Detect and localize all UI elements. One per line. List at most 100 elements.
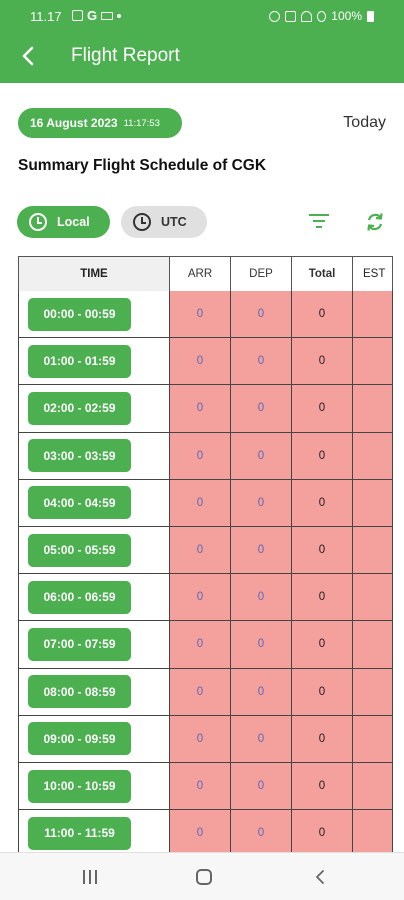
- arr-cell[interactable]: 0: [170, 432, 231, 480]
- dep-cell[interactable]: 0: [231, 385, 292, 433]
- time-slot-button[interactable]: 08:00 - 08:59: [28, 675, 131, 709]
- table-row: 07:00 - 07:59 0 0 0: [18, 621, 404, 669]
- dep-cell[interactable]: 0: [231, 574, 292, 622]
- time-cell: 07:00 - 07:59: [18, 621, 170, 669]
- est-cell: [353, 527, 393, 575]
- time-cell: 09:00 - 09:59: [18, 715, 170, 763]
- time-cell: 03:00 - 03:59: [18, 432, 170, 480]
- dep-cell[interactable]: 0: [231, 338, 292, 386]
- app-bar: Flight Report: [0, 30, 404, 83]
- est-cell: [353, 574, 393, 622]
- time-slot-button[interactable]: 01:00 - 01:59: [28, 344, 131, 378]
- est-cell: [353, 621, 393, 669]
- local-time-toggle[interactable]: Local: [17, 206, 110, 238]
- home-icon[interactable]: [196, 869, 212, 885]
- time-slot-button[interactable]: 05:00 - 05:59: [28, 533, 131, 567]
- time-slot-button[interactable]: 06:00 - 06:59: [28, 580, 131, 614]
- est-cell: [353, 385, 393, 433]
- page-title: Flight Report: [71, 45, 180, 66]
- table-row: 05:00 - 05:59 0 0 0: [18, 527, 404, 575]
- arr-cell[interactable]: 0: [170, 338, 231, 386]
- total-cell: 0: [292, 668, 353, 716]
- arr-cell[interactable]: 0: [170, 668, 231, 716]
- header-est: EST: [353, 256, 393, 292]
- dep-cell[interactable]: 0: [231, 810, 292, 852]
- time-cell: 08:00 - 08:59: [18, 668, 170, 716]
- est-cell: [353, 291, 393, 339]
- time-slot-button[interactable]: 02:00 - 02:59: [28, 391, 131, 425]
- alarm-icon: [269, 10, 281, 22]
- arr-cell[interactable]: 0: [170, 479, 231, 527]
- time-slot-button[interactable]: 07:00 - 07:59: [28, 627, 131, 661]
- arr-cell[interactable]: 0: [170, 291, 231, 339]
- arr-cell[interactable]: 0: [170, 621, 231, 669]
- time-cell: 06:00 - 06:59: [18, 574, 170, 622]
- est-cell: [353, 338, 393, 386]
- summary-title: Summary Flight Schedule of CGK: [18, 157, 267, 174]
- time-slot-button[interactable]: 09:00 - 09:59: [28, 722, 131, 756]
- total-cell: 0: [292, 479, 353, 527]
- time-cell: 11:00 - 11:59: [18, 810, 170, 852]
- time-cell: 01:00 - 01:59: [18, 338, 170, 386]
- arr-cell[interactable]: 0: [170, 715, 231, 763]
- battery-icon: [367, 10, 374, 22]
- time-cell: 02:00 - 02:59: [18, 385, 170, 433]
- more-notifications-dot-icon: [117, 13, 122, 18]
- table-row: 04:00 - 04:59 0 0 0: [18, 479, 404, 527]
- dep-cell[interactable]: 0: [231, 527, 292, 575]
- dep-cell[interactable]: 0: [231, 291, 292, 339]
- header-time: TIME: [18, 256, 170, 292]
- dep-cell[interactable]: 0: [231, 432, 292, 480]
- back-arrow-icon[interactable]: [16, 43, 42, 69]
- date-picker-pill[interactable]: 16 August 2023 11:17:53: [18, 108, 182, 138]
- arr-cell[interactable]: 0: [170, 574, 231, 622]
- status-bar: 11.17 G 100%: [0, 0, 404, 30]
- table-row: 00:00 - 00:59 0 0 0: [18, 291, 404, 339]
- time-slot-button[interactable]: 04:00 - 04:59: [28, 486, 131, 520]
- flight-schedule-table[interactable]: TIME ARR DEP Total EST 00:00 - 00:59 0 0 0 0…: [18, 256, 404, 852]
- dep-cell[interactable]: 0: [231, 763, 292, 811]
- table-row: 09:00 - 09:59 0 0 0: [18, 715, 404, 763]
- gallery-icon: [72, 10, 83, 21]
- table-row: 02:00 - 02:59 0 0 0: [18, 385, 404, 433]
- wifi-icon: [301, 10, 313, 22]
- utc-time-toggle[interactable]: UTC: [121, 206, 207, 238]
- est-cell: [353, 715, 393, 763]
- status-system-icons: 100%: [269, 9, 374, 23]
- time-cell: 00:00 - 00:59: [18, 291, 170, 339]
- refresh-icon[interactable]: [364, 211, 386, 233]
- table-row: 10:00 - 10:59 0 0 0: [18, 763, 404, 811]
- dep-cell[interactable]: 0: [231, 621, 292, 669]
- table-row: 06:00 - 06:59 0 0 0: [18, 574, 404, 622]
- total-cell: 0: [292, 715, 353, 763]
- selected-time: 11:17:53: [123, 117, 160, 129]
- arr-cell[interactable]: 0: [170, 763, 231, 811]
- arr-cell[interactable]: 0: [170, 385, 231, 433]
- total-cell: 0: [292, 621, 353, 669]
- time-slot-button[interactable]: 11:00 - 11:59: [28, 816, 131, 850]
- filter-icon[interactable]: [309, 213, 329, 229]
- total-cell: 0: [292, 385, 353, 433]
- arr-cell[interactable]: 0: [170, 810, 231, 852]
- time-slot-button[interactable]: 10:00 - 10:59: [28, 769, 131, 803]
- utc-toggle-label: UTC: [161, 215, 187, 229]
- google-icon: G: [87, 8, 98, 23]
- dep-cell[interactable]: 0: [231, 668, 292, 716]
- clock-icon: [29, 213, 47, 231]
- time-slot-button[interactable]: 00:00 - 00:59: [28, 297, 131, 331]
- time-cell: 10:00 - 10:59: [18, 763, 170, 811]
- selected-date: 16 August 2023: [30, 116, 118, 130]
- arr-cell[interactable]: 0: [170, 527, 231, 575]
- est-cell: [353, 479, 393, 527]
- recents-icon[interactable]: [83, 870, 97, 884]
- today-button[interactable]: Today: [343, 114, 386, 132]
- nav-back-icon[interactable]: [312, 869, 328, 885]
- est-cell: [353, 432, 393, 480]
- table-header: TIME ARR DEP Total EST: [18, 256, 404, 292]
- time-slot-button[interactable]: 03:00 - 03:59: [28, 439, 131, 473]
- total-cell: 0: [292, 432, 353, 480]
- total-cell: 0: [292, 527, 353, 575]
- dep-cell[interactable]: 0: [231, 715, 292, 763]
- dep-cell[interactable]: 0: [231, 479, 292, 527]
- est-cell: [353, 668, 393, 716]
